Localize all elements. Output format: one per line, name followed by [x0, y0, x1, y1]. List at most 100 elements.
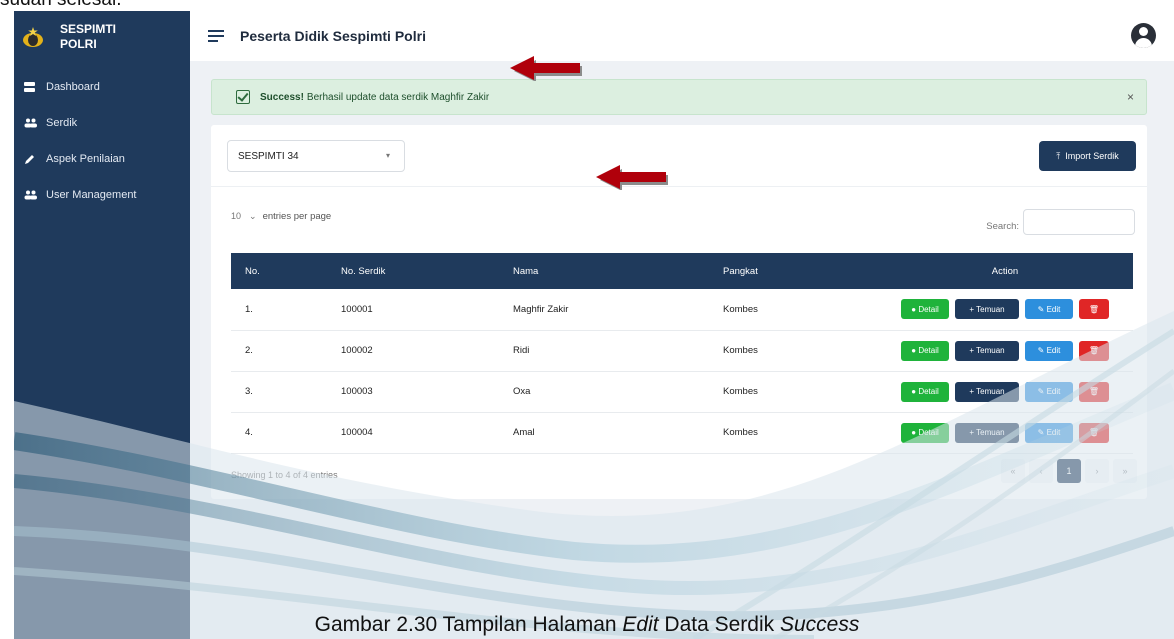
temuan-label: + Temuan	[969, 304, 1005, 314]
table-header-row: No. No. Serdik Nama Pangkat Action	[231, 253, 1133, 289]
temuan-button[interactable]: + Temuan	[955, 422, 1019, 443]
cell-nama: Ridi	[513, 345, 530, 356]
sidebar-item-label: User Management	[46, 189, 137, 201]
pager-next[interactable]: ›	[1085, 459, 1109, 483]
edit-icon: ✎	[1037, 346, 1045, 355]
upload-icon: ⤒	[1056, 150, 1061, 161]
per-page-value: 10	[231, 211, 242, 221]
alert-message: Berhasil update data serdik Maghfir Zaki…	[306, 91, 490, 103]
sidebar-item-serdik[interactable]: Serdik	[14, 105, 190, 141]
edit-label: Edit	[1046, 304, 1061, 314]
trash-icon: 🗑	[1088, 346, 1100, 355]
table-row: 1. 100001 Maghfir Zakir Kombes ● Detail + Tem…	[231, 289, 1133, 330]
edit-button[interactable]: ✎ Edit	[1025, 422, 1073, 443]
sidebar-item-user-management[interactable]: User Management	[14, 177, 190, 213]
pagination: « ‹ 1 › »	[1001, 459, 1137, 483]
trash-icon: 🗑	[1088, 428, 1100, 437]
eye-icon: ●	[911, 346, 917, 355]
annotation-arrow-icon	[596, 165, 668, 190]
pager-page-1[interactable]: 1	[1057, 459, 1081, 483]
caption-italic-edit: Edit	[622, 613, 659, 636]
col-pangkat[interactable]: Pangkat	[709, 253, 877, 289]
topbar: Peserta Didik Sespimti Polri	[190, 11, 1174, 61]
search-input[interactable]	[1023, 209, 1135, 235]
col-no[interactable]: No.	[231, 253, 327, 289]
document-top-text: sudah selesai.	[0, 0, 121, 11]
caption-middle: Data Serdik	[658, 613, 780, 636]
edit-icon: ✎	[1037, 304, 1045, 314]
cell-nama: Maghfir Zakir	[513, 303, 569, 315]
alert-strong: Success!	[260, 91, 304, 103]
sidebar: SESPIMTI POLRI Dashboard Serdik Aspek Pe…	[14, 11, 190, 639]
temuan-label: + Temuan	[969, 346, 1005, 355]
sidebar-item-label: Dashboard	[46, 81, 100, 93]
pager-last[interactable]: »	[1113, 459, 1137, 483]
table-row: 4. 100004 Amal Kombes ● Detail + Temuan ✎ Edit…	[231, 412, 1133, 453]
temuan-button[interactable]: + Temuan	[955, 340, 1019, 361]
col-no-serdik[interactable]: No. Serdik	[327, 253, 499, 289]
delete-button[interactable]: 🗑	[1079, 422, 1109, 443]
sidebar-item-dashboard[interactable]: Dashboard	[14, 69, 190, 105]
detail-button[interactable]: ● Detail	[901, 340, 949, 361]
cell-no: 4.	[245, 427, 253, 438]
per-page-label: entries per page	[262, 211, 332, 222]
col-nama[interactable]: Nama	[499, 253, 709, 289]
brand[interactable]: SESPIMTI POLRI	[14, 11, 190, 63]
sidebar-nav: Dashboard Serdik Aspek Penilaian User Ma…	[14, 69, 190, 213]
menu-toggle-icon[interactable]	[208, 30, 224, 42]
pager-prev[interactable]: ‹	[1029, 459, 1053, 483]
edit-button[interactable]: ✎ Edit	[1025, 299, 1073, 320]
trash-icon: 🗑	[1088, 304, 1100, 314]
cell-actions: ● Detail + Temuan ✎ Edit 🗑	[877, 289, 1133, 330]
eye-icon: ●	[911, 304, 917, 314]
angkatan-select[interactable]: SESPIMTI 34 ▾	[227, 140, 405, 172]
cell-no-serdik: 100002	[341, 345, 373, 356]
temuan-label: + Temuan	[969, 387, 1005, 396]
detail-label: Detail	[918, 387, 939, 396]
temuan-button[interactable]: + Temuan	[955, 381, 1019, 402]
cell-actions: ● Detail + Temuan ✎ Edit 🗑	[877, 371, 1133, 412]
annotation-arrow-icon	[510, 56, 582, 81]
edit-button[interactable]: ✎ Edit	[1025, 381, 1073, 402]
user-avatar-icon[interactable]	[1131, 23, 1156, 48]
trash-icon: 🗑	[1088, 387, 1100, 396]
temuan-button[interactable]: + Temuan	[955, 299, 1019, 320]
edit-label: Edit	[1046, 346, 1061, 355]
cell-pangkat: Kombes	[723, 386, 758, 397]
chevron-down-icon: ▾	[385, 151, 390, 160]
import-label: Import Serdik	[1065, 151, 1119, 161]
dashboard-icon	[24, 82, 46, 92]
detail-button[interactable]: ● Detail	[901, 422, 949, 443]
import-serdik-button[interactable]: ⤒ Import Serdik	[1039, 141, 1136, 171]
cell-nama: Amal	[513, 427, 535, 438]
cell-pangkat: Kombes	[723, 345, 758, 356]
pen-icon	[24, 154, 46, 165]
delete-button[interactable]: 🗑	[1079, 340, 1109, 361]
cell-pangkat: Kombes	[723, 427, 758, 438]
figure-caption: Gambar 2.30 Tampilan Halaman Edit Data S…	[0, 613, 1174, 637]
edit-label: Edit	[1046, 387, 1061, 396]
page-title: Peserta Didik Sespimti Polri	[240, 28, 426, 44]
detail-label: Detail	[918, 304, 939, 314]
detail-label: Detail	[918, 428, 939, 437]
chevron-down-icon: ⌄	[249, 211, 257, 221]
sidebar-item-label: Aspek Penilaian	[46, 153, 125, 165]
polri-logo	[20, 24, 46, 50]
per-page-select[interactable]: 10 ⌄	[231, 211, 257, 222]
success-alert: Success! Berhasil update data serdik Mag…	[211, 79, 1147, 115]
pager-first[interactable]: «	[1001, 459, 1025, 483]
detail-button[interactable]: ● Detail	[901, 299, 949, 320]
detail-button[interactable]: ● Detail	[901, 381, 949, 402]
edit-icon: ✎	[1037, 428, 1045, 437]
search-label: Search:	[986, 221, 1019, 232]
sidebar-item-aspek-penilaian[interactable]: Aspek Penilaian	[14, 141, 190, 177]
delete-button[interactable]: 🗑	[1079, 299, 1109, 320]
close-icon[interactable]: ×	[1127, 90, 1134, 104]
edit-icon: ✎	[1037, 387, 1045, 396]
delete-button[interactable]: 🗑	[1079, 381, 1109, 402]
edit-button[interactable]: ✎ Edit	[1025, 340, 1073, 361]
serdik-table: No. No. Serdik Nama Pangkat Action 1. 100…	[231, 253, 1133, 454]
table-info: Showing 1 to 4 of 4 entries	[231, 470, 338, 480]
cell-nama: Oxa	[513, 386, 531, 397]
users-icon	[24, 190, 46, 200]
